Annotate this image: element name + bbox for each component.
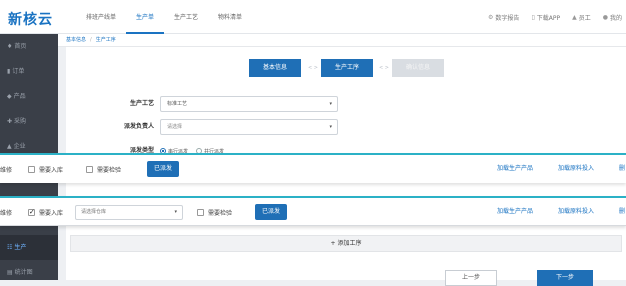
strip2-need-storage[interactable]: 需要入库 [28,198,63,226]
top-header: 新核云 排班产线单 生产单 生产工艺 物料清单 ⚙ 数字报告 ▯ 下载APP ▲… [0,0,626,34]
nav-item-process[interactable]: 生产工艺 [164,0,208,34]
step-arrow-icon: < > [379,65,389,71]
process-select[interactable]: 标准工艺 ▾ [160,96,338,112]
company-icon: ▲ [7,143,12,150]
production-icon: ☷ [7,244,13,251]
delete-link[interactable]: 删 [619,155,625,183]
strip1-left-text: 维修 [0,155,12,183]
chevron-down-icon: ▾ [329,124,332,130]
prev-button[interactable]: 上一步 [445,270,497,286]
form-row-process: 生产工艺 标准工艺 ▾ [66,96,626,112]
sidebar-item-order[interactable]: ▮ 订单 [0,59,58,84]
chevron-down-icon: ▾ [329,101,332,107]
download-app-label: 下载APP [536,14,561,22]
strip2-left-label: 维修 [0,209,13,217]
stats-icon: ▤ [7,269,13,276]
sidebar-item-label: 生产 [14,244,27,251]
warehouse-placeholder: 请选择仓库 [81,209,107,215]
strip2-need-inspection[interactable]: 需要检验 [197,198,232,226]
need-inspection-label: 需要检验 [208,209,233,217]
app-logo[interactable]: 新核云 [8,9,53,29]
user-circle-icon: ● [602,13,608,21]
form-row-owner: 派发负责人 请选择 ▾ [66,119,626,135]
profile-link[interactable]: ● 我的 [603,13,622,22]
need-inspection-label: 需要检验 [97,166,122,174]
profile-label: 我的 [609,14,622,22]
breadcrumb-home[interactable]: 基本信息 [66,37,86,43]
dispatched-button[interactable]: 已派发 [255,204,288,220]
need-storage-label: 需要入库 [39,209,64,217]
top-actions: ⚙ 数字报告 ▯ 下载APP ▲ 员工 ● 我的 [476,0,622,34]
dispatched-button[interactable]: 已派发 [147,161,180,177]
next-button[interactable]: 下一步 [537,270,593,286]
sidebar-item-label: 企业 [13,143,26,150]
staff-link[interactable]: ▲ 员工 [572,13,591,22]
load-materials-link[interactable]: 加载原料投入 [558,155,594,183]
order-icon: ▮ [7,68,11,75]
main-nav: 排班产线单 生产单 生产工艺 物料清单 [76,0,252,34]
load-products-link[interactable]: 加载生产产品 [497,198,533,226]
need-storage-checkbox[interactable] [28,165,35,173]
phone-icon: ▯ [531,13,535,21]
load-products-link[interactable]: 加载生产产品 [497,155,533,183]
breadcrumb: 基本信息 / 生产工序 [58,34,626,47]
sidebar-item-label: 首页 [14,43,27,50]
step-confirm[interactable]: 确认信息 [392,59,444,77]
process-row-strip-2: 维修 需要入库 请选择仓库 ▾ 需要检验 已派发 加载生产产品 加载原料投入 删 [0,196,626,226]
need-storage-checkbox-checked[interactable] [28,208,35,216]
nav-item-bom[interactable]: 物料清单 [208,0,252,34]
sidebar-item-production[interactable]: ☷ 生产 [0,235,58,260]
process-select-value: 标准工艺 [167,101,188,107]
strip2-left-text: 维修 [0,198,12,226]
process-label: 生产工艺 [129,100,154,107]
step-production-process[interactable]: 生产工序 [321,59,373,77]
sidebar-item-product[interactable]: ◆ 产品 [0,84,58,109]
chevron-down-icon: ▾ [174,209,177,215]
user-icon: ▲ [572,13,577,21]
gear-icon: ⚙ [488,13,494,21]
report-link[interactable]: ⚙ 数字报告 [488,13,519,22]
product-icon: ◆ [7,93,12,100]
purchase-icon: ✚ [7,118,13,125]
owner-select-placeholder: 请选择 [167,124,183,130]
owner-label: 派发负责人 [123,123,154,130]
need-storage-label: 需要入库 [39,166,64,174]
nav-item-schedule[interactable]: 排班产线单 [76,0,126,34]
sidebar-item-label: 产品 [13,93,26,100]
sidebar-item-home[interactable]: ♦ 首页 [0,34,58,59]
strip1-left-label: 维修 [0,166,13,174]
sidebar-item-purchase[interactable]: ✚ 采购 [0,109,58,134]
strip1-need-storage[interactable]: 需要入库 [28,155,63,183]
delete-link[interactable]: 删 [619,198,625,226]
breadcrumb-current: 生产工序 [95,37,116,43]
sidebar-item-label: 采购 [14,118,27,125]
need-inspection-checkbox[interactable] [86,165,93,173]
load-materials-link[interactable]: 加载原料投入 [558,198,594,226]
owner-select[interactable]: 请选择 ▾ [160,119,338,135]
home-icon: ♦ [7,43,13,50]
staff-label: 员工 [578,14,591,22]
sidebar-item-stats[interactable]: ▤ 统计图 [0,260,58,285]
step-arrow-icon: < > [308,65,318,71]
nav-item-production-order[interactable]: 生产单 [126,0,165,34]
sidebar-item-label: 订单 [12,68,25,75]
sidebar-item-label: 统计图 [14,269,33,276]
warehouse-select[interactable]: 请选择仓库 ▾ [75,205,183,220]
report-label: 数字报告 [495,14,520,22]
add-step-button[interactable]: + 添加工序 [70,235,622,252]
process-row-strip-1: 维修 需要入库 需要检验 已派发 加载生产产品 加载原料投入 删 [0,153,626,183]
step-indicator: 基本信息 < > 生产工序 < > 确认信息 [66,59,626,77]
breadcrumb-separator: / [90,37,92,43]
download-app-link[interactable]: ▯ 下载APP [531,13,560,22]
strip1-need-inspection[interactable]: 需要检验 [86,155,121,183]
need-inspection-checkbox[interactable] [197,208,204,216]
step-basic-info[interactable]: 基本信息 [249,59,301,77]
